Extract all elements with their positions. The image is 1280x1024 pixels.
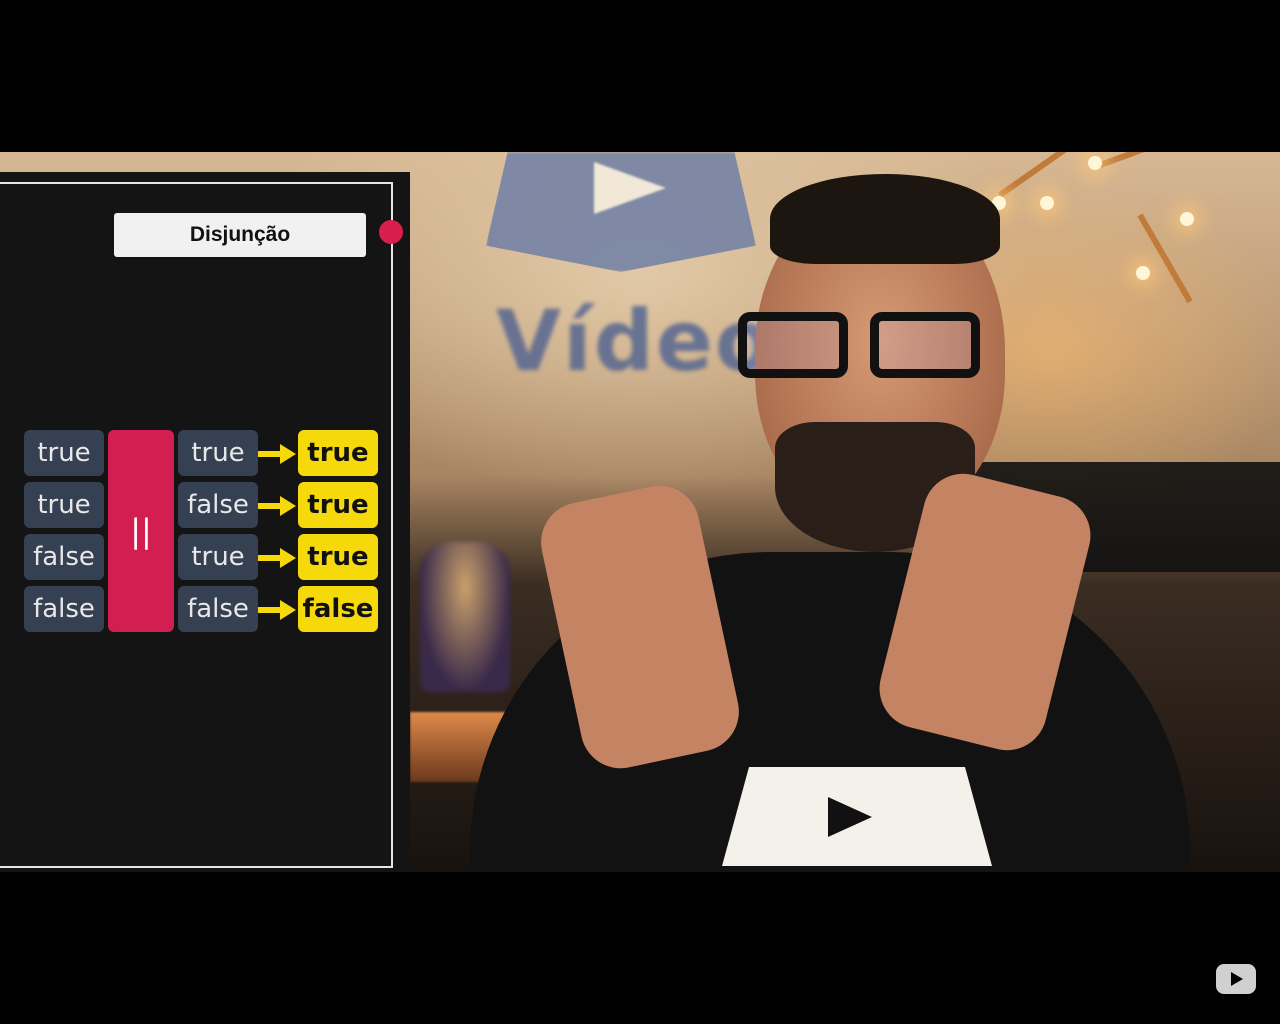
arrow-right-icon [258, 600, 296, 620]
result-value: true [298, 534, 378, 580]
or-operator: || [108, 430, 174, 632]
right-operand: false [178, 482, 258, 528]
result-value: true [298, 430, 378, 476]
left-operand: false [24, 586, 104, 632]
wall-play-icon [594, 162, 666, 214]
left-operand: false [24, 534, 104, 580]
glasses-lens-left [738, 312, 848, 378]
lamp-bulb [1040, 196, 1054, 210]
lamp-bulb [1088, 156, 1102, 170]
presenter-hair [770, 174, 1000, 264]
arrow-right-icon [258, 444, 296, 464]
logic-table-panel: Disjunção || true true true true false t… [0, 172, 410, 872]
video-frame[interactable]: Vídeo Disjunção || true true true true f… [0, 152, 1280, 872]
arrow-right-icon [258, 496, 296, 516]
right-operand: false [178, 586, 258, 632]
lamp-bulb [1180, 212, 1194, 226]
presenter-glasses [738, 312, 998, 382]
record-dot-icon [379, 220, 403, 244]
result-value: false [298, 586, 378, 632]
youtube-play-icon [1231, 972, 1243, 986]
lamp-arm [1098, 152, 1186, 168]
result-value: true [298, 482, 378, 528]
shirt-play-icon [828, 797, 872, 837]
left-operand: true [24, 482, 104, 528]
left-operand: true [24, 430, 104, 476]
youtube-logo-icon[interactable] [1216, 964, 1256, 994]
arrow-right-icon [258, 548, 296, 568]
right-operand: true [178, 534, 258, 580]
wall-text: Vídeo [496, 292, 775, 390]
lamp-bulb [1136, 266, 1150, 280]
panel-title: Disjunção [114, 213, 366, 257]
robot-figure [420, 542, 510, 692]
right-operand: true [178, 430, 258, 476]
lamp-arm [998, 152, 1092, 198]
glasses-lens-right [870, 312, 980, 378]
lamp-arm [1137, 213, 1193, 304]
